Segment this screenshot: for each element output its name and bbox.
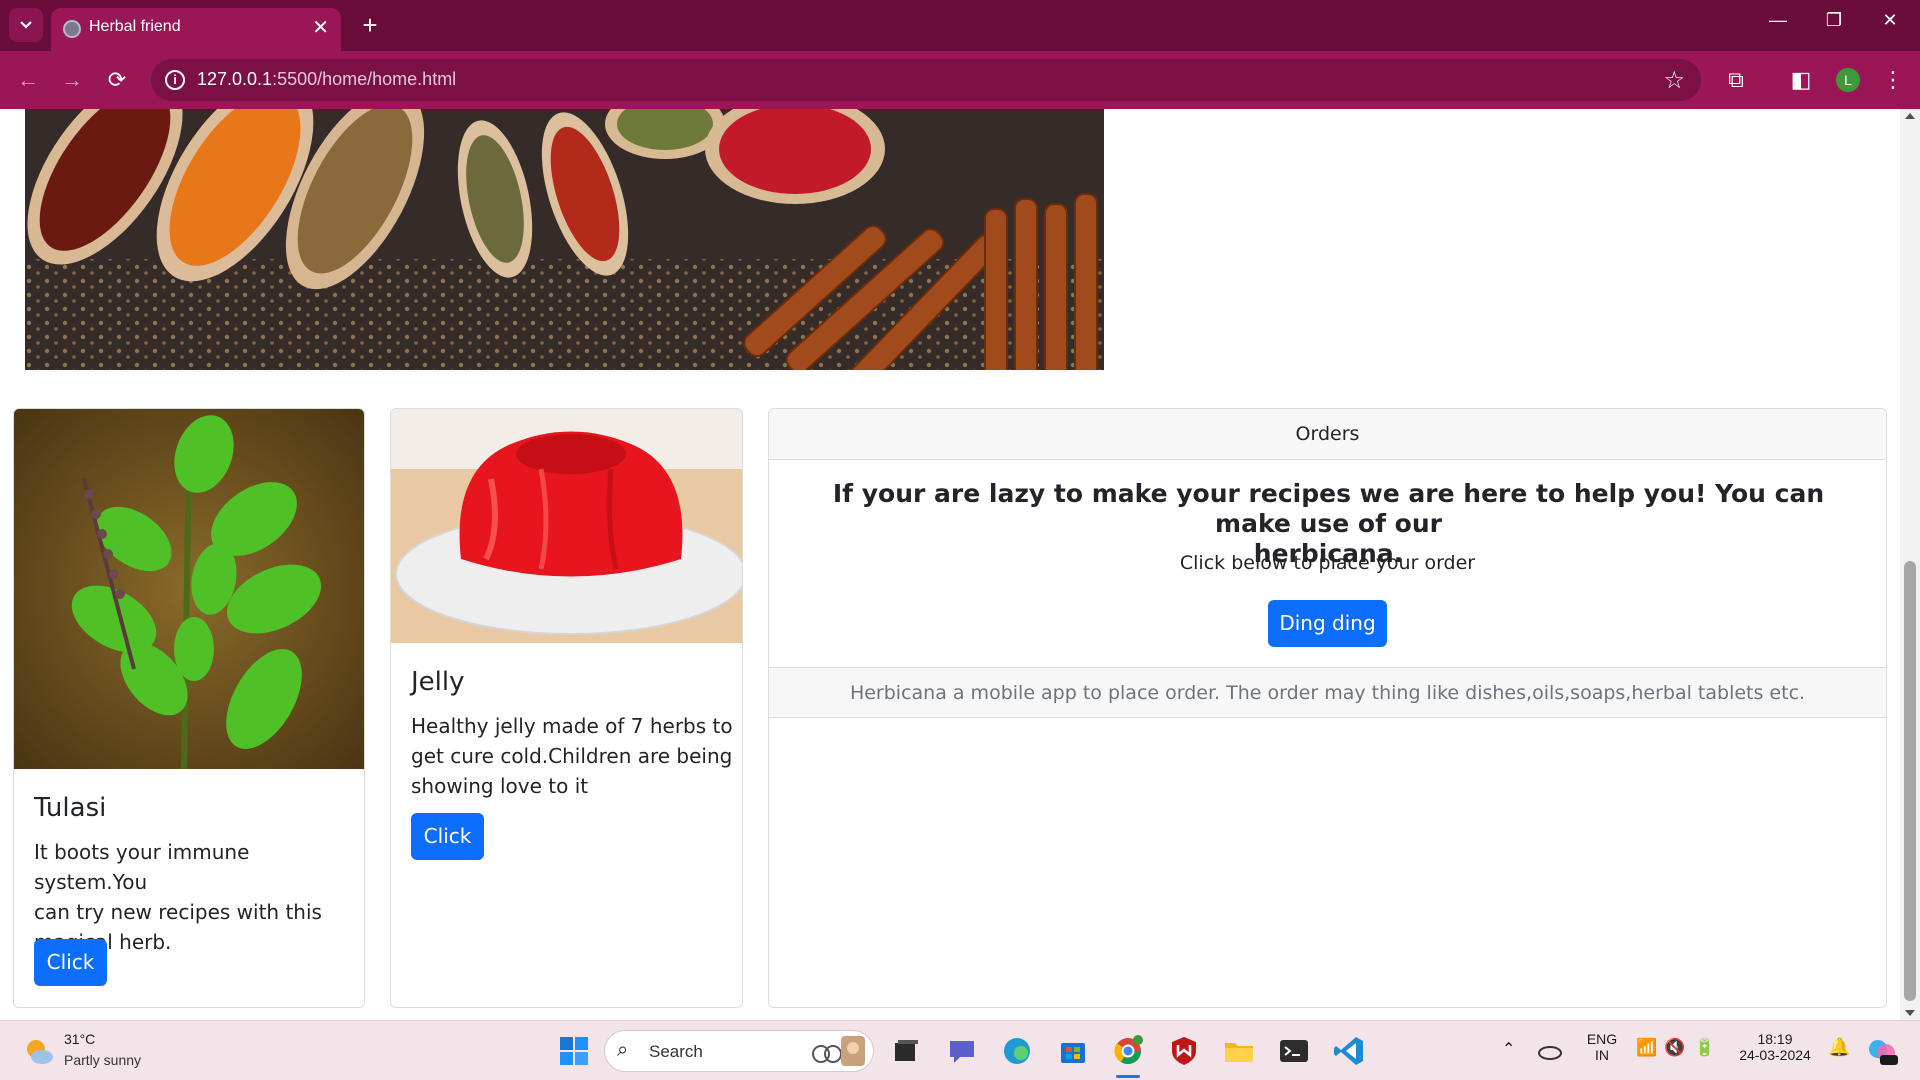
- file-explorer-icon[interactable]: [1221, 1033, 1257, 1069]
- active-app-indicator: [1116, 1075, 1140, 1078]
- globe-icon: [63, 20, 81, 38]
- chrome-browser-icon[interactable]: [1110, 1033, 1146, 1069]
- search-icon: ⌕: [617, 1039, 629, 1061]
- scroll-up-arrow-icon[interactable]: [1905, 113, 1915, 119]
- page-scrollbar[interactable]: [1900, 109, 1920, 1020]
- browser-tab[interactable]: Herbal friend ✕: [51, 8, 341, 51]
- tab-search-button[interactable]: [9, 8, 43, 42]
- side-panel-icon[interactable]: ◧: [1785, 64, 1817, 96]
- site-info-icon[interactable]: i: [165, 70, 185, 90]
- jelly-image: [391, 409, 742, 643]
- weather-description[interactable]: Partly sunny: [64, 1052, 141, 1068]
- edge-browser-icon[interactable]: [999, 1033, 1035, 1069]
- scroll-down-arrow-icon[interactable]: [1905, 1010, 1915, 1016]
- language-indicator[interactable]: ENG IN: [1584, 1031, 1620, 1063]
- close-tab-icon[interactable]: ✕: [312, 16, 329, 40]
- volume-muted-icon[interactable]: 🔇: [1664, 1038, 1685, 1058]
- browser-toolbar: ← → ⟳ i 127.0.0.1:5500/home/home.html ☆ …: [0, 51, 1920, 109]
- task-view-icon[interactable]: [888, 1033, 924, 1069]
- jelly-title: Jelly: [411, 667, 465, 697]
- orders-card: Orders If your are lazy to make your rec…: [768, 408, 1887, 1008]
- onedrive-cloud-icon[interactable]: [1536, 1037, 1564, 1065]
- show-hidden-icons[interactable]: ⌃: [1502, 1039, 1515, 1059]
- search-label: Search: [649, 1042, 703, 1061]
- tulasi-title: Tulasi: [34, 793, 107, 823]
- orders-instruction: Click below to place your order: [1179, 552, 1476, 574]
- windows-start-icon[interactable]: [556, 1033, 592, 1069]
- extensions-icon[interactable]: ⧉: [1720, 64, 1752, 96]
- partly-sunny-icon[interactable]: [22, 1035, 54, 1067]
- tab-title: Herbal friend: [89, 18, 181, 35]
- url-text[interactable]: 127.0.0.1:5500/home/home.html: [197, 69, 456, 90]
- reload-button[interactable]: ⟳: [101, 64, 133, 96]
- back-button[interactable]: ←: [12, 64, 44, 96]
- spices-banner-image: [25, 109, 1104, 370]
- clock[interactable]: 18:19 24-03-2024: [1732, 1031, 1818, 1063]
- orders-header: Orders: [769, 409, 1886, 460]
- ding-ding-button[interactable]: Ding ding: [1268, 600, 1387, 647]
- menu-kebab-icon[interactable]: ⋮: [1877, 64, 1909, 96]
- windows-taskbar: 31°C Partly sunny ⌕ Search ⌃ ENG IN 📶 🔇 …: [0, 1020, 1920, 1080]
- chevron-down-icon: [20, 21, 32, 29]
- tab-strip: Herbal friend ✕ + — ❐ ✕: [0, 0, 1920, 51]
- taskbar-search-input[interactable]: ⌕ Search: [604, 1030, 874, 1072]
- scrollbar-thumb[interactable]: [1904, 561, 1916, 1001]
- jelly-click-button[interactable]: Click: [411, 813, 484, 860]
- page-viewport: Tulasi It boots your immune system.You c…: [0, 109, 1900, 1020]
- copilot-icon[interactable]: [1864, 1033, 1900, 1069]
- mcafee-shield-icon[interactable]: [1166, 1033, 1202, 1069]
- jelly-card: Jelly Healthy jelly made of 7 herbs to g…: [390, 408, 743, 1008]
- orders-footer: Herbicana a mobile app to place order. T…: [769, 667, 1886, 718]
- forward-button[interactable]: →: [56, 64, 88, 96]
- address-bar[interactable]: i 127.0.0.1:5500/home/home.html ☆: [151, 59, 1701, 101]
- tulasi-card: Tulasi It boots your immune system.You c…: [13, 408, 365, 1008]
- bookmark-star-icon[interactable]: ☆: [1663, 66, 1685, 95]
- tulasi-image: [14, 409, 364, 770]
- weather-temperature[interactable]: 31°C: [64, 1031, 95, 1047]
- new-tab-button[interactable]: +: [355, 10, 385, 40]
- restore-button[interactable]: ❐: [1814, 10, 1854, 31]
- notification-bell-icon[interactable]: 🔔: [1828, 1037, 1850, 1058]
- teams-chat-icon[interactable]: [944, 1033, 980, 1069]
- terminal-icon[interactable]: [1276, 1033, 1312, 1069]
- profile-avatar[interactable]: L: [1836, 68, 1860, 92]
- minimize-button[interactable]: —: [1758, 10, 1798, 31]
- microsoft-store-icon[interactable]: [1055, 1033, 1091, 1069]
- jelly-description: Healthy jelly made of 7 herbs to get cur…: [411, 714, 733, 798]
- vscode-icon[interactable]: [1331, 1033, 1367, 1069]
- tulasi-click-button[interactable]: Click: [34, 939, 107, 986]
- search-highlight-icon: [812, 1036, 865, 1066]
- close-window-button[interactable]: ✕: [1870, 10, 1910, 31]
- wifi-icon[interactable]: 📶: [1636, 1038, 1657, 1058]
- battery-icon[interactable]: 🔋: [1694, 1038, 1715, 1058]
